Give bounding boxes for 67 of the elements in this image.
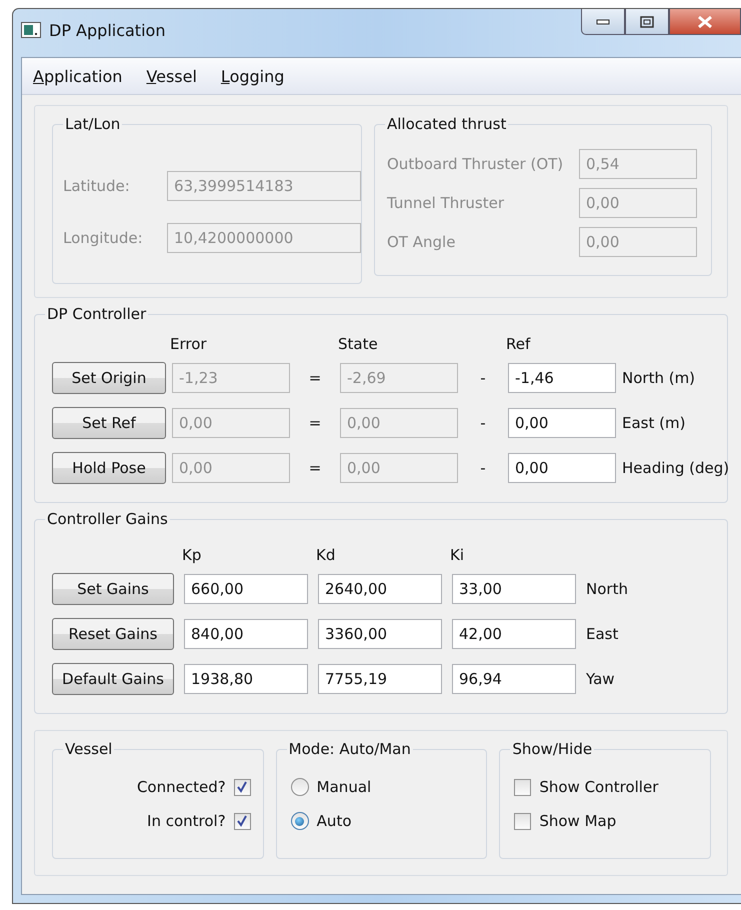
close-button[interactable] [669,9,741,35]
group-title: Lat/Lon [63,115,122,133]
app-icon [21,22,41,38]
operator-sign: = [308,414,322,432]
group-title: Show/Hide [510,740,594,758]
input-field[interactable]: 96,94 [452,664,576,694]
input-field[interactable]: 0,00 [508,408,616,438]
unit-label: North (m) [622,369,696,387]
checkbox[interactable] [514,812,532,830]
column-header: Error [170,335,208,353]
push-button[interactable]: Set Origin [52,362,166,394]
column-header: Ref [506,335,532,353]
push-button[interactable]: Set Gains [52,573,174,605]
input-field[interactable]: 0,00 [508,453,616,483]
radio-label: Auto [316,812,352,830]
axis-label: East [586,625,620,643]
field-label: Latitude: [63,177,131,195]
input-field[interactable]: 1938,80 [184,664,308,694]
checkbox-label: Show Controller [539,778,658,796]
column-header: Kp [182,546,202,564]
checkbox[interactable] [514,778,532,796]
operator-sign: = [308,369,322,387]
push-button[interactable]: Set Ref [52,407,166,439]
input-field[interactable]: 33,00 [452,574,576,604]
push-button[interactable]: Hold Pose [52,452,166,484]
push-button[interactable]: Reset Gains [52,618,174,650]
checkbox-label: In control? [147,812,226,830]
push-button[interactable]: Default Gains [52,663,174,695]
input-field[interactable]: 3360,00 [318,619,442,649]
window-title: DP Application [49,20,166,40]
input-field[interactable]: 2640,00 [318,574,442,604]
field-label: Tunnel Thruster [387,194,506,212]
checkbox-label: Show Map [539,812,616,830]
group-title: Mode: Auto/Man [286,740,413,758]
column-header: Kd [316,546,336,564]
radio-button[interactable] [290,812,309,830]
checkbox-label: Connected? [136,778,226,796]
field-label: Outboard Thruster (OT) [387,155,564,173]
menu-item[interactable]: Logging [220,66,284,86]
menu-item[interactable]: Vessel [146,66,197,86]
operator-sign: - [479,369,487,387]
radio-button[interactable] [290,778,309,796]
operator-sign: = [308,459,322,477]
axis-label: North [586,580,629,598]
input-field[interactable]: 7755,19 [318,664,442,694]
column-header: State [338,335,379,353]
unit-label: Heading (deg) [622,459,730,477]
maximize-button[interactable] [625,9,669,35]
input-field[interactable]: -1,46 [508,363,616,393]
column-header: Ki [450,546,466,564]
field-label: Longitude: [63,229,144,247]
input-field[interactable]: 840,00 [184,619,308,649]
radio-label: Manual [316,778,372,796]
field-label: OT Angle [387,233,456,251]
close-icon [697,14,713,28]
unit-label: East (m) [622,414,686,432]
minimize-icon [596,18,610,24]
input-field[interactable]: 660,00 [184,574,308,604]
minimize-button[interactable] [581,9,625,35]
axis-label: Yaw [586,670,616,688]
checkbox[interactable] [234,812,251,830]
checkbox[interactable] [234,778,251,796]
operator-sign: - [479,414,487,432]
maximize-icon [640,16,654,28]
input-field[interactable]: 42,00 [452,619,576,649]
operator-sign: - [479,459,487,477]
menu-item[interactable]: Application [33,66,122,86]
